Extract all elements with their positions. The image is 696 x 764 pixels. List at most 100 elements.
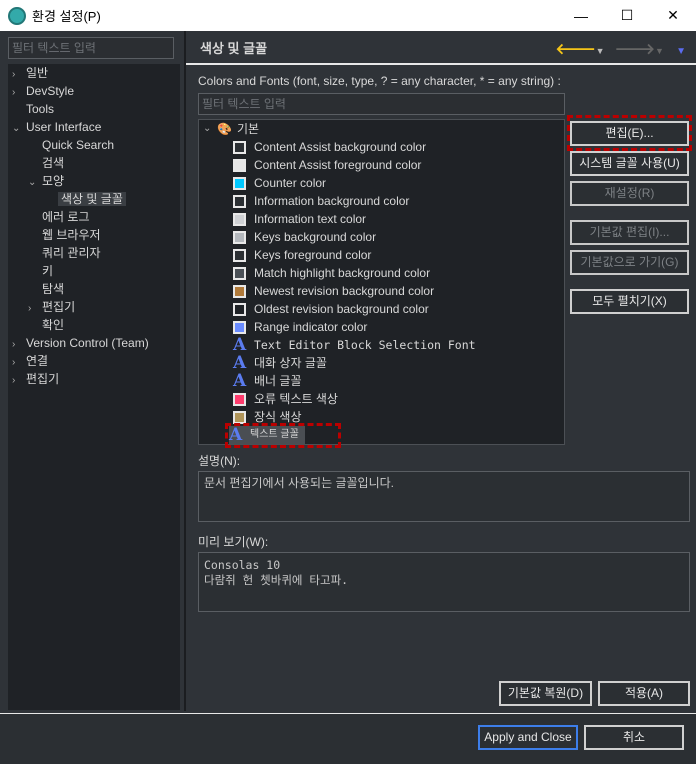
entry-label: Oldest revision background color [254,302,429,316]
color-font-entry[interactable]: Newest revision background color [233,282,434,300]
color-font-entry[interactable]: Content Assist foreground color [233,156,421,174]
sidebar-item[interactable]: › 연결 [12,352,48,370]
minimize-button[interactable]: — [558,0,604,31]
preview-font: Consolas 10 [204,558,281,572]
use-system-font-button[interactable]: 시스템 글꼴 사용(U) [570,151,689,176]
color-swatch-icon [233,176,246,190]
window-title: 환경 설정(P) [32,9,101,24]
sidebar-item[interactable]: › 편집기 [12,370,59,388]
color-font-entry[interactable]: Counter color [233,174,326,192]
category-label: 기본 [236,122,260,136]
color-font-entry[interactable]: Information background color [233,192,409,210]
color-font-entry[interactable]: A 배너 글꼴 [233,372,302,390]
preview-box: Consolas 10 다람쥐 헌 쳇바퀴에 타고파. [198,552,690,612]
sidebar-item-label: 일반 [26,66,49,80]
color-swatch-icon [233,284,246,298]
sidebar-item[interactable]: › 일반 [12,64,48,82]
entry-label: Keys foreground color [254,248,372,262]
edit-default-button[interactable]: 기본값 편집(I)... [570,220,689,245]
sidebar-item[interactable]: 색상 및 글꼴 [44,190,126,208]
sidebar-item[interactable]: 탐색 [28,280,64,298]
sidebar-item[interactable]: 에러 로그 [28,208,90,226]
sidebar-item-label: 쿼리 관리자 [42,246,101,260]
color-swatch-icon [233,410,246,424]
preference-tree: › 일반 › DevStyle Tools ⌄ User Interface Quick Se… [8,64,180,710]
sidebar-item[interactable]: 확인 [28,316,64,334]
color-font-entry[interactable]: A 대화 상자 글꼴 [233,354,327,372]
highlight-selected-entry [225,423,341,448]
sidebar-filter-input[interactable]: 필터 텍스트 입력 [8,37,174,59]
close-button[interactable]: ✕ [650,0,696,31]
sidebar-item-label: 키 [42,264,54,278]
sidebar-item[interactable]: › 편집기 [28,298,75,316]
entry-label: Content Assist foreground color [254,158,422,172]
apply-button[interactable]: 적용(A) [598,681,690,706]
color-swatch-icon [233,392,246,406]
color-font-entry[interactable]: Match highlight background color [233,264,430,282]
sidebar-item[interactable]: Tools [12,100,54,118]
entry-label: 오류 텍스트 색상 [254,392,338,406]
color-font-entry[interactable]: Keys background color [233,228,376,246]
sidebar-item[interactable]: 키 [28,262,53,280]
forward-arrow-icon[interactable]: 🡒 [615,41,655,58]
sidebar-item[interactable]: Quick Search [28,136,114,154]
dialog-footer: Apply and Close 취소 [0,713,696,764]
color-font-entry[interactable]: Keys foreground color [233,246,371,264]
sidebar-item[interactable]: 검색 [28,154,64,172]
sidebar-item[interactable]: ⌄ User Interface [12,118,101,136]
entry-label: Range indicator color [254,320,368,334]
sidebar-item-label: 에러 로그 [42,210,90,224]
forward-dropdown-icon[interactable]: ▼ [655,46,664,56]
color-swatch-icon [233,248,246,262]
goto-default-button[interactable]: 기본값으로 가기(G) [570,250,689,275]
sidebar-item[interactable]: 웹 브라우저 [28,226,101,244]
color-swatch-icon [233,302,246,316]
apply-and-close-button[interactable]: Apply and Close [478,725,578,750]
cancel-button[interactable]: 취소 [584,725,684,750]
sidebar-item-label: User Interface [26,120,102,134]
reset-button[interactable]: 재설정(R) [570,181,689,206]
back-dropdown-icon[interactable]: ▼ [596,46,605,56]
entry-label: 대화 상자 글꼴 [254,356,327,370]
maximize-button[interactable]: ☐ [604,0,650,31]
color-font-entry[interactable]: A Text Editor Block Selection Font [233,336,476,354]
palette-icon: 🎨 [217,122,232,136]
chevron-right-icon[interactable]: › [12,372,26,390]
sidebar-item[interactable]: › Version Control (Team) [12,334,149,352]
color-swatch-icon [233,320,246,334]
color-font-entry[interactable]: 오류 텍스트 색상 [233,390,338,408]
sidebar-item-label: 색상 및 글꼴 [58,192,126,206]
entry-label: Information text color [254,212,367,226]
sidebar-item-label: 모양 [42,174,65,188]
category-basic[interactable]: ⌄ 🎨 기본 [203,120,259,138]
back-arrow-icon[interactable]: 🡐 [555,41,595,58]
sidebar-item-label: 검색 [42,156,65,170]
font-icon: A [233,353,247,373]
edit-button[interactable]: 편집(E)... [570,121,689,146]
color-font-entry[interactable]: Content Assist background color [233,138,426,156]
color-filter-input[interactable]: 필터 텍스트 입력 [198,93,565,115]
sidebar-item-label: DevStyle [26,84,75,98]
chevron-down-icon[interactable]: ⌄ [12,120,26,138]
sidebar-item[interactable]: › DevStyle [12,82,74,100]
restore-defaults-button[interactable]: 기본값 복원(D) [499,681,592,706]
intro-label: Colors and Fonts (font, size, type, ? = … [198,74,561,88]
expand-all-button[interactable]: 모두 펼치기(X) [570,289,689,314]
chevron-down-icon[interactable]: ⌄ [28,174,42,192]
color-font-entry[interactable]: Range indicator color [233,318,367,336]
sidebar-item-label: Version Control (Team) [26,336,149,350]
preference-page: 색상 및 글꼴 🡐▼ 🡒▼ ▼ Colors and Fonts (font, … [186,31,696,713]
font-icon: A [233,371,247,391]
view-menu-icon[interactable]: ▼ [676,46,686,57]
color-font-entry[interactable]: Oldest revision background color [233,300,429,318]
color-swatch-icon [233,266,246,280]
color-font-entry[interactable]: Information text color [233,210,366,228]
color-swatch-icon [233,194,246,208]
nav-buttons: 🡐▼ 🡒▼ ▼ [555,39,686,58]
sidebar-item[interactable]: ⌄ 모양 [28,172,64,190]
color-swatch-icon [233,158,246,172]
sidebar-item-label: Tools [26,102,55,116]
sidebar-item-label: Quick Search [42,138,115,152]
sidebar-item[interactable]: 쿼리 관리자 [28,244,101,262]
page-header: 색상 및 글꼴 🡐▼ 🡒▼ ▼ [186,31,696,65]
